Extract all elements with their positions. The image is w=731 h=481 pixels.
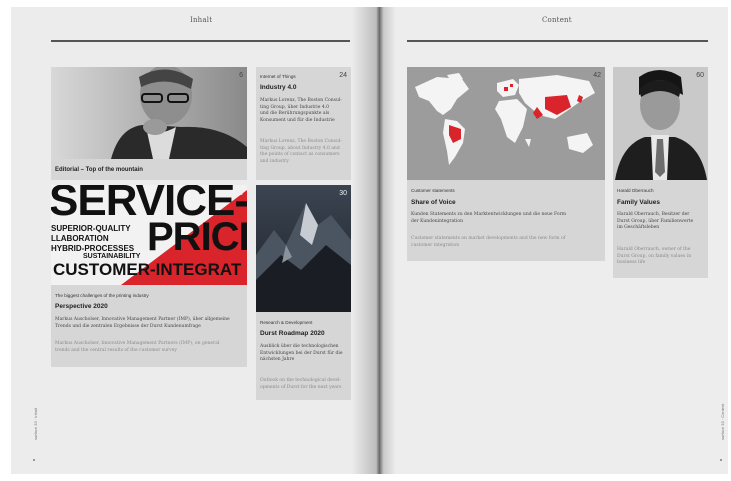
perspective-german-text: Markus Auscholser, Innovative Management… [55,317,230,329]
editorial-page-number: 6 [239,72,243,79]
share-of-voice-category: Customer statements [411,188,455,193]
left-header-rule [51,40,350,42]
roadmap-category: Research & Development [260,320,313,325]
perspective-card[interactable]: SERVICE- PRICE SUPERIOR-QUALITY LLABORAT… [51,185,247,367]
family-values-category: Harald Oberrauch [617,188,654,193]
perspective-title: Perspective 2020 [55,303,108,310]
industry-german-text: Markus Lorenz, The Boston Consul-ting Gr… [260,98,342,123]
book-gutter [352,7,396,474]
perspective-typography-image: SERVICE- PRICE SUPERIOR-QUALITY LLABORAT… [51,185,247,285]
right-page-marker [720,459,722,461]
industry-english-text: Markus Lorenz, The Boston Consul-ting Gr… [260,139,342,164]
oberrauch-portrait-photo [613,67,708,180]
right-side-folio: surface 33 · Content [720,403,725,440]
share-of-voice-page-number: 42 [593,72,601,79]
world-map-image [407,67,605,180]
left-side-folio: surface 33 · Inhalt [33,407,38,440]
roadmap-german-text: Ausblick über die technologischen Entwick… [260,344,343,363]
mountain-photo [256,185,351,312]
perspective-english-text: Markus Auscholser, Innovative Management… [55,341,220,353]
industry-title: Industry 4.0 [260,84,297,91]
perspective-page-number: 10 [235,190,243,197]
left-page-marker [33,459,35,461]
editorial-portrait-photo [51,65,247,159]
family-values-page-number: 60 [696,72,704,79]
editorial-card[interactable]: 6 Editorial – Top of the mountain [51,65,247,180]
share-of-voice-german-text: Kunden Statements zu den Marktentwicklun… [411,212,566,224]
perspective-category: The biggest challenges of the printing i… [55,293,149,298]
industry-card[interactable]: 24 Internet of Things Industry 4.0 Marku… [256,67,351,180]
roadmap-card[interactable]: 30 Research & Development Durst Roadmap … [256,185,351,400]
industry-page-number: 24 [339,72,347,79]
family-values-german-text: Harald Oberrauch, Besitzer der Durst Grou… [617,212,694,231]
family-values-card[interactable]: 60 Harald Oberrauch Family Values Harald… [613,67,708,278]
right-page-header: Content [542,16,572,24]
family-values-english-text: Harald Oberrauch, owner of the Durst Grou… [617,247,692,266]
roadmap-english-text: Outlook on the technological devel-opmen… [260,378,342,390]
right-header-rule [407,40,708,42]
roadmap-title: Durst Roadmap 2020 [260,330,325,337]
editorial-title: Editorial – Top of the mountain [55,167,143,173]
left-page-header: Inhalt [190,16,213,24]
family-values-title: Family Values [617,199,660,206]
roadmap-page-number: 30 [339,190,347,197]
share-of-voice-card[interactable]: 42 Customer statements Share of Voice Ku… [407,67,605,261]
industry-category: Internet of Things [260,74,296,79]
share-of-voice-english-text: Customer statements on market developmen… [411,236,566,248]
share-of-voice-title: Share of Voice [411,199,456,206]
